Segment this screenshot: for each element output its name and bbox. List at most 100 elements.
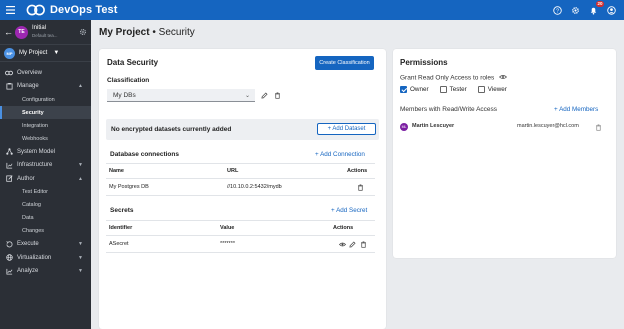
sidebar-item-execute[interactable]: Execute ▼ (0, 238, 91, 252)
sidebar-item-test-editor[interactable]: Test Editor (0, 186, 91, 199)
chevron-down-icon: ⌄ (244, 93, 250, 99)
author-icon (5, 175, 13, 183)
chevron-down-icon: ▼ (78, 268, 83, 275)
add-members-link[interactable]: + Add Members (554, 106, 598, 113)
grant-readonly-text: Grant Read Only Access to roles (400, 74, 495, 82)
help-icon[interactable]: ? (553, 5, 562, 15)
manage-icon (5, 82, 13, 90)
page-title: My Project • Security (99, 27, 195, 38)
delete-trash-icon[interactable] (357, 184, 364, 191)
sidebar-item-virtualization[interactable]: Virtualization ▼ (0, 251, 91, 265)
sidebar-item-analyze[interactable]: Analyze ▼ (0, 265, 91, 279)
sidebar-item-webhooks[interactable]: Webhooks (0, 132, 91, 145)
checkbox-unchecked[interactable] (439, 86, 447, 93)
settings-gear-icon[interactable] (571, 6, 580, 15)
delete-trash-icon[interactable] (595, 124, 602, 131)
permissions-card: Permissions Grant Read Only Access to ro… (393, 49, 616, 258)
chevron-down-icon: ▼ (78, 162, 83, 169)
delete-trash-icon[interactable] (360, 241, 367, 248)
column-header-url: URL (227, 168, 239, 174)
grant-readonly-label: Grant Read Only Access to roles (400, 74, 508, 82)
analyze-icon (5, 267, 13, 275)
sidebar-item-label: Overview (17, 69, 43, 76)
permissions-heading: Permissions (400, 58, 448, 67)
sidebar-item-catalog[interactable]: Catalog (0, 199, 91, 212)
sidebar-item-label: Analyze (17, 268, 39, 275)
empty-datasets-banner: No encrypted datasets currently added + … (106, 119, 379, 140)
edit-pencil-icon[interactable] (349, 241, 356, 248)
overview-icon (5, 69, 13, 77)
sidebar-item-overview[interactable]: Overview (0, 66, 91, 80)
team-subtitle: Default tea... (32, 33, 58, 38)
add-dataset-button[interactable]: + Add Dataset (317, 123, 376, 135)
page-title-section: Security (158, 27, 195, 38)
project-avatar: MP (4, 47, 15, 59)
column-header-actions: Actions (347, 168, 368, 174)
system-model-icon (5, 148, 13, 156)
role-checkbox-tester[interactable]: Tester (439, 86, 467, 93)
create-classification-button[interactable]: Create Classification (315, 56, 374, 70)
data-security-card: Data Security Create Classification Clas… (99, 49, 386, 329)
sidebar-item-infrastructure[interactable]: Infrastructure ▼ (0, 159, 91, 173)
svg-text:?: ? (556, 8, 559, 14)
add-connection-link[interactable]: + Add Connection (315, 151, 365, 158)
member-row: ML Martin Lescuyer martin.lescuyer@hcl.c… (400, 122, 610, 136)
secret-identifier: ASecret (109, 241, 129, 247)
eye-icon[interactable] (499, 74, 508, 82)
sidebar-item-label: Author (17, 175, 35, 182)
database-connections-heading: Database connections (110, 151, 179, 158)
column-header-name: Name (109, 168, 124, 174)
team-settings-icon[interactable] (79, 28, 87, 36)
chevron-down-icon: ▼ (78, 241, 83, 248)
table-row[interactable]: ASecret ******* (106, 236, 375, 253)
project-selector[interactable]: MP My Project ▼ (0, 45, 91, 62)
classification-select[interactable]: My DBs ⌄ (107, 89, 255, 102)
menu-icon[interactable] (0, 0, 20, 20)
account-icon[interactable] (607, 5, 616, 15)
secret-value: ******* (220, 241, 235, 247)
connection-name: My Postgres DB (109, 184, 149, 190)
app-logo[interactable]: DevOps Test (26, 4, 118, 16)
member-name: Martin Lescuyer (412, 123, 455, 129)
sidebar-item-label: Virtualization (17, 254, 52, 261)
team-name: Initial (32, 25, 47, 31)
edit-pencil-icon[interactable] (261, 92, 268, 99)
role-checkbox-viewer[interactable]: Viewer (477, 86, 507, 93)
empty-datasets-message: No encrypted datasets currently added (111, 126, 232, 133)
classification-select-value: My DBs (113, 91, 136, 99)
app-title: DevOps Test (50, 4, 118, 16)
back-arrow-icon[interactable]: ← (4, 27, 13, 37)
sidebar-item-data[interactable]: Data (0, 212, 91, 225)
sidebar-item-label: Manage (17, 83, 39, 90)
table-header-row: Identifier Value Actions (106, 221, 375, 236)
table-header-row: Name URL Actions (106, 164, 375, 179)
team-selector[interactable]: ← TE Initial Default tea... (0, 20, 91, 45)
role-checkboxes: Owner Tester Viewer (400, 86, 507, 93)
reveal-eye-icon[interactable] (339, 241, 346, 248)
sidebar-item-label: Execute (17, 241, 39, 248)
project-name: My Project (19, 50, 48, 56)
sidebar-item-changes[interactable]: Changes (0, 225, 91, 238)
add-secret-link[interactable]: + Add Secret (331, 207, 367, 214)
page-title-project: My Project (99, 27, 150, 38)
checkbox-unchecked[interactable] (477, 86, 485, 93)
role-checkbox-owner[interactable]: Owner (400, 86, 429, 93)
sidebar-item-label: System Model (17, 148, 56, 155)
database-connections-table: Name URL Actions My Postgres DB //10.10.… (106, 163, 375, 196)
sidebar-item-security[interactable]: Security (0, 106, 91, 119)
sidebar-item-integration[interactable]: Integration (0, 119, 91, 132)
sidebar-item-author[interactable]: Author ▲ (0, 172, 91, 186)
sidebar-item-configuration[interactable]: Configuration (0, 93, 91, 106)
role-label: Owner (410, 86, 429, 93)
delete-trash-icon[interactable] (274, 92, 281, 99)
sidebar-item-label: Infrastructure (17, 162, 53, 169)
notifications-bell-icon[interactable]: 20 (589, 0, 604, 15)
sidebar-item-manage[interactable]: Manage ▲ (0, 80, 91, 94)
notification-badge: 20 (595, 0, 604, 7)
sidebar-item-system-model[interactable]: System Model (0, 145, 91, 159)
page-title-separator: • (152, 27, 156, 38)
members-label: Members with Read/Write Access (400, 106, 498, 113)
role-label: Tester (449, 86, 467, 93)
checkbox-checked[interactable] (400, 86, 407, 93)
table-row[interactable]: My Postgres DB //10.10.0.2:5432/mydb (106, 179, 375, 196)
